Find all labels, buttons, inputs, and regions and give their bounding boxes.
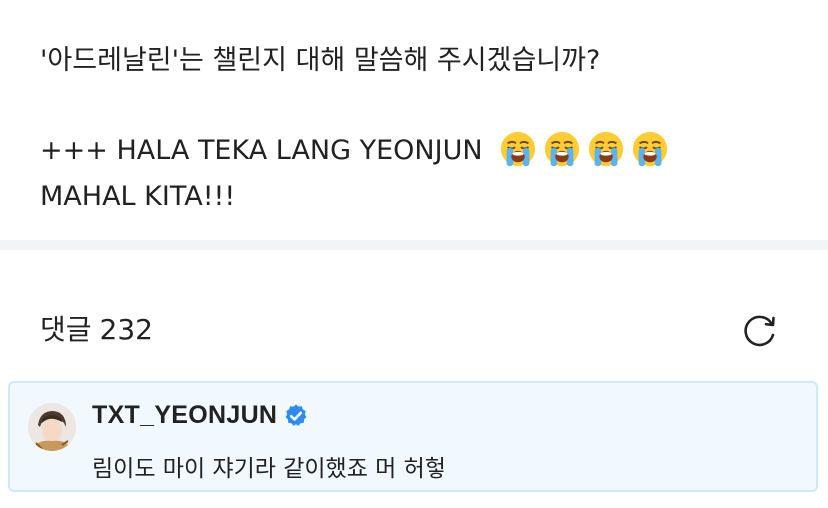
loudly-crying-face-emoji-1	[501, 131, 536, 166]
avatar[interactable]	[28, 403, 76, 451]
loudly-crying-face-emoji-4	[633, 131, 668, 166]
emoji-row	[499, 130, 669, 168]
author-name[interactable]: TXT_YEONJUN	[92, 401, 277, 430]
comments-count: 232	[99, 313, 153, 346]
comments-label: 댓글	[40, 313, 92, 346]
pinned-comment[interactable]: TXT_YEONJUN 림이도 마이 쟈기라 같이했죠 머 허헣	[8, 381, 818, 492]
comment-text: 림이도 마이 쟈기라 같이했죠 머 허헣	[92, 456, 446, 482]
loudly-crying-face-emoji-3	[589, 131, 624, 166]
page: '아드레날린'는 챌린지 대해 말씀해 주시겠습니까? +++ HALA TEK…	[0, 0, 828, 508]
loudly-crying-face-emoji-2	[545, 131, 580, 166]
post-line-question: '아드레날린'는 챌린지 대해 말씀해 주시겠습니까?	[40, 45, 601, 76]
post-line-message-text: +++ HALA TEKA LANG YEONJUN	[40, 135, 483, 166]
post-line-message: +++ HALA TEKA LANG YEONJUN	[40, 128, 800, 174]
post-gap	[40, 84, 800, 128]
post-line-love: MAHAL KITA!!!	[40, 181, 236, 212]
section-divider	[0, 240, 828, 250]
author-row: TXT_YEONJUN	[92, 401, 309, 430]
avatar-photo	[28, 403, 76, 451]
refresh-icon[interactable]	[740, 310, 780, 350]
post-body: '아드레날린'는 챌린지 대해 말씀해 주시겠습니까? +++ HALA TEK…	[40, 38, 800, 220]
comments-header: 댓글 232	[40, 308, 153, 352]
verified-badge-icon	[285, 404, 307, 426]
